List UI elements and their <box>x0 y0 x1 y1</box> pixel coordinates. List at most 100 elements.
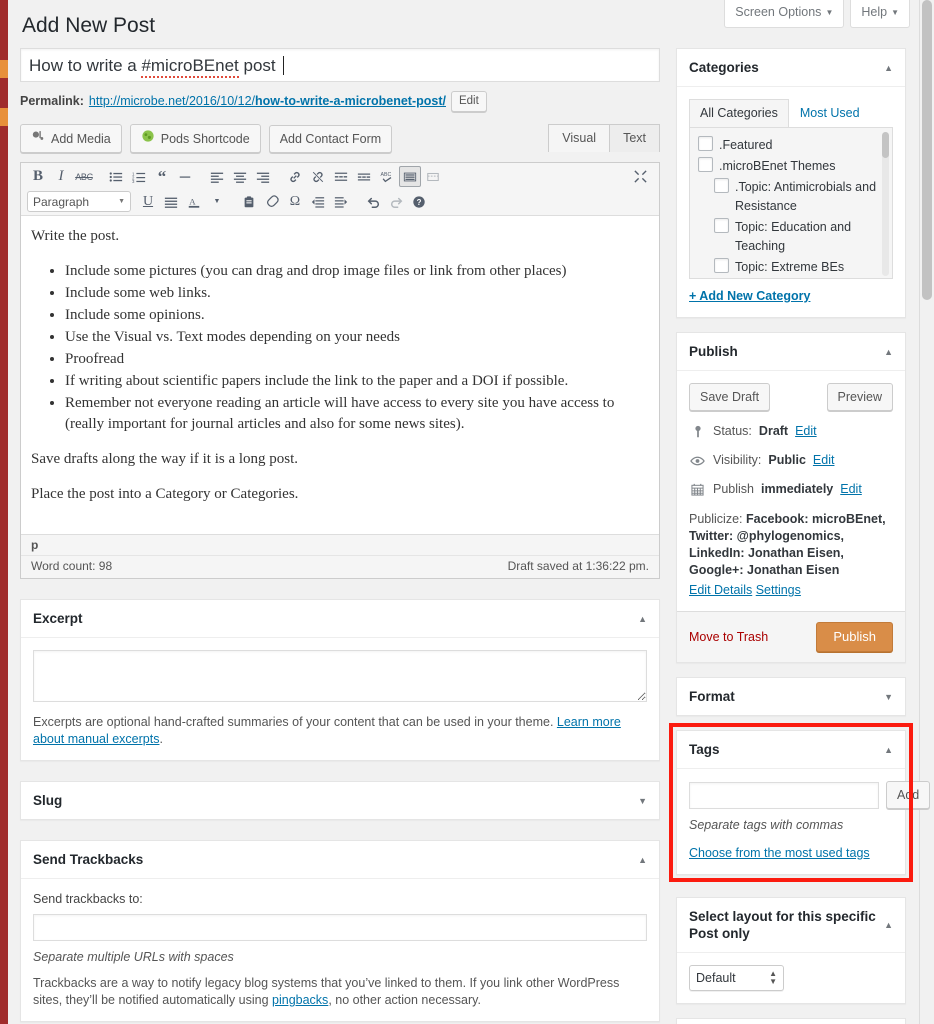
chevron-up-icon[interactable]: ▲ <box>884 63 893 73</box>
undo-icon[interactable] <box>362 191 384 212</box>
chevron-down-icon[interactable]: ▼ <box>884 692 893 702</box>
unlink-icon[interactable] <box>307 166 329 187</box>
outdent-icon[interactable] <box>307 191 329 212</box>
layout-header[interactable]: Select layout for this specific Post onl… <box>677 898 905 952</box>
blockquote-icon[interactable]: “ <box>151 166 173 187</box>
more-tag-icon[interactable] <box>330 166 352 187</box>
trackbacks-desc-post: , no other action necessary. <box>328 993 481 1007</box>
chevron-up-icon[interactable]: ▲ <box>884 745 893 755</box>
edit-details-link[interactable]: Edit Details <box>689 583 752 597</box>
ordered-list-icon[interactable]: 123 <box>128 166 150 187</box>
post-title-field[interactable]: How to write a #microBEnet post <box>20 48 660 82</box>
italic-icon[interactable]: I <box>50 166 72 187</box>
chevron-up-icon[interactable]: ▲ <box>638 614 647 624</box>
category-item[interactable]: Topic: Extreme BEs <box>698 258 886 277</box>
categories-scrollbar-thumb[interactable] <box>882 132 889 158</box>
category-item[interactable]: .microBEnet Themes <box>698 157 886 176</box>
excerpt-header[interactable]: Excerpt ▲ <box>21 600 659 637</box>
categories-scrollbar[interactable] <box>882 132 889 276</box>
horizontal-rule-icon[interactable] <box>174 166 196 187</box>
color-caret-icon[interactable]: ▼ <box>206 191 228 212</box>
chevron-up-icon[interactable]: ▲ <box>638 855 647 865</box>
category-item[interactable]: .Featured <box>698 136 886 155</box>
align-right-icon[interactable] <box>252 166 274 187</box>
tab-all-categories[interactable]: All Categories <box>689 99 789 127</box>
link-icon[interactable] <box>284 166 306 187</box>
most-used-tags-link[interactable]: Choose from the most used tags <box>689 845 893 862</box>
edit-permalink-button[interactable]: Edit <box>450 90 487 112</box>
help-button[interactable]: Help ▼ <box>850 0 910 28</box>
tab-visual[interactable]: Visual <box>548 124 611 152</box>
justify-icon[interactable] <box>160 191 182 212</box>
chevron-down-icon[interactable]: ▼ <box>638 796 647 806</box>
category-checkbox[interactable] <box>714 178 729 193</box>
add-tag-button[interactable]: Add <box>886 781 931 809</box>
add-contact-form-button[interactable]: Add Contact Form <box>268 124 393 153</box>
category-checkbox[interactable] <box>698 136 713 151</box>
excerpt-textarea[interactable] <box>33 650 647 702</box>
trackbacks-input[interactable] <box>33 914 647 941</box>
page-scrollbar-thumb[interactable] <box>922 0 932 300</box>
category-checkbox[interactable] <box>714 258 729 273</box>
align-left-icon[interactable] <box>206 166 228 187</box>
format-select[interactable]: Paragraph ▼ <box>27 191 131 212</box>
word-count: Word count: 98 <box>31 559 113 573</box>
edit-status-link[interactable]: Edit <box>795 423 817 440</box>
format-header[interactable]: Format ▼ <box>677 678 905 715</box>
category-checkbox[interactable] <box>698 157 713 172</box>
save-draft-button[interactable]: Save Draft <box>689 383 771 411</box>
slug-header[interactable]: Slug ▼ <box>21 782 659 819</box>
indent-icon[interactable] <box>330 191 352 212</box>
layout-select[interactable]: Default ▲ ▼ <box>689 965 784 991</box>
chevron-up-icon[interactable]: ▲ <box>884 920 893 930</box>
chevron-up-icon[interactable]: ▲ <box>884 347 893 357</box>
categories-body: All Categories Most Used .Featured .micr… <box>677 86 905 317</box>
add-media-button[interactable]: Add Media <box>20 124 122 153</box>
categories-list[interactable]: .Featured .microBEnet Themes .Topic: Ant… <box>689 127 893 279</box>
page-scrollbar[interactable] <box>919 0 934 1024</box>
text-color-icon[interactable]: A <box>183 191 205 212</box>
editor-content-area[interactable]: Write the post. Include some pictures (y… <box>21 216 659 534</box>
trackbacks-header[interactable]: Send Trackbacks ▲ <box>21 841 659 878</box>
category-item[interactable]: Topic: Education and Teaching <box>698 218 886 256</box>
add-media-label: Add Media <box>51 131 111 146</box>
format-postbox: Format ▼ <box>676 677 906 716</box>
clear-formatting-icon[interactable] <box>261 191 283 212</box>
tags-input[interactable] <box>689 781 879 809</box>
category-item[interactable]: .Topic: Antimicrobials and Resistance <box>698 178 886 216</box>
special-character-icon[interactable]: Ω <box>284 191 306 212</box>
spellcheck-icon[interactable]: ABC <box>376 166 398 187</box>
permalink-link[interactable]: http://microbe.net/2016/10/12/how-to-wri… <box>89 90 446 112</box>
tab-text[interactable]: Text <box>610 124 660 152</box>
paste-as-text-icon[interactable] <box>238 191 260 212</box>
add-new-category-link[interactable]: + Add New Category <box>689 288 893 305</box>
edit-visibility-link[interactable]: Edit <box>813 452 835 469</box>
permalink-slug: how-to-write-a-microbenet-post/ <box>255 94 446 108</box>
fullscreen-icon[interactable] <box>629 166 651 187</box>
edit-schedule-link[interactable]: Edit <box>840 481 862 498</box>
category-checkbox[interactable] <box>714 218 729 233</box>
preview-button[interactable]: Preview <box>826 383 893 411</box>
align-center-icon[interactable] <box>229 166 251 187</box>
excerpt-body: Excerpts are optional hand-crafted summa… <box>21 637 659 760</box>
publish-header[interactable]: Publish ▲ <box>677 333 905 370</box>
page-break-icon[interactable] <box>422 166 444 187</box>
strikethrough-icon[interactable]: ABC <box>73 166 95 187</box>
featured-image-header[interactable]: Featured Image ▲ <box>677 1019 905 1024</box>
tab-most-used[interactable]: Most Used <box>789 99 871 127</box>
move-to-trash-link[interactable]: Move to Trash <box>689 630 768 644</box>
publish-button[interactable]: Publish <box>816 622 893 652</box>
toolbar-toggle-icon[interactable] <box>399 166 421 187</box>
tags-header[interactable]: Tags ▲ <box>677 731 905 768</box>
unordered-list-icon[interactable] <box>105 166 127 187</box>
underline-icon[interactable]: U <box>137 191 159 212</box>
bold-icon[interactable]: B <box>27 166 49 187</box>
pingbacks-link[interactable]: pingbacks <box>272 993 328 1007</box>
categories-header[interactable]: Categories ▲ <box>677 49 905 86</box>
screen-options-button[interactable]: Screen Options ▼ <box>724 0 845 28</box>
redo-icon[interactable] <box>385 191 407 212</box>
read-more-icon[interactable] <box>353 166 375 187</box>
publicize-settings-link[interactable]: Settings <box>756 583 801 597</box>
help-icon[interactable]: ? <box>408 191 430 212</box>
pods-shortcode-button[interactable]: Pods Shortcode <box>129 124 261 153</box>
